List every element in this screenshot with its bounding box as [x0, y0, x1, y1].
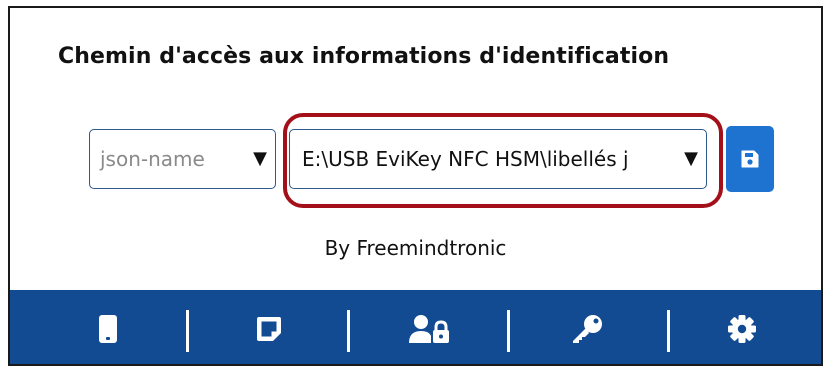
note-icon	[257, 317, 281, 341]
nav-divider	[507, 310, 510, 352]
gear-icon	[728, 315, 756, 343]
floppy-disk-icon	[741, 150, 759, 168]
save-button[interactable]	[726, 126, 774, 192]
nav-settings-button[interactable]	[702, 290, 782, 364]
nav-divider	[347, 310, 350, 352]
credentials-panel: Chemin d'accès aux informations d'identi…	[8, 6, 823, 366]
nav-user-lock-button[interactable]	[389, 290, 469, 364]
json-name-select[interactable]: json-name ▼	[89, 129, 276, 189]
path-select-value: E:\USB EviKey NFC HSM\libellés j	[302, 147, 629, 171]
dropdown-arrow-icon: ▼	[253, 148, 267, 169]
nav-note-button[interactable]	[229, 290, 309, 364]
nav-divider	[667, 310, 670, 352]
path-select[interactable]: E:\USB EviKey NFC HSM\libellés j ▼	[289, 129, 707, 189]
nav-phone-button[interactable]	[68, 290, 148, 364]
nav-divider	[186, 310, 189, 352]
json-name-select-value: json-name	[100, 147, 205, 171]
user-lock-icon	[409, 315, 449, 343]
phone-icon	[99, 315, 117, 343]
credit-text: By Freemindtronic	[324, 236, 507, 260]
bottom-nav-bar	[10, 290, 821, 364]
key-icon	[573, 315, 602, 343]
dropdown-arrow-icon: ▼	[684, 148, 698, 169]
nav-key-button[interactable]	[547, 290, 627, 364]
page-title: Chemin d'accès aux informations d'identi…	[58, 44, 670, 69]
